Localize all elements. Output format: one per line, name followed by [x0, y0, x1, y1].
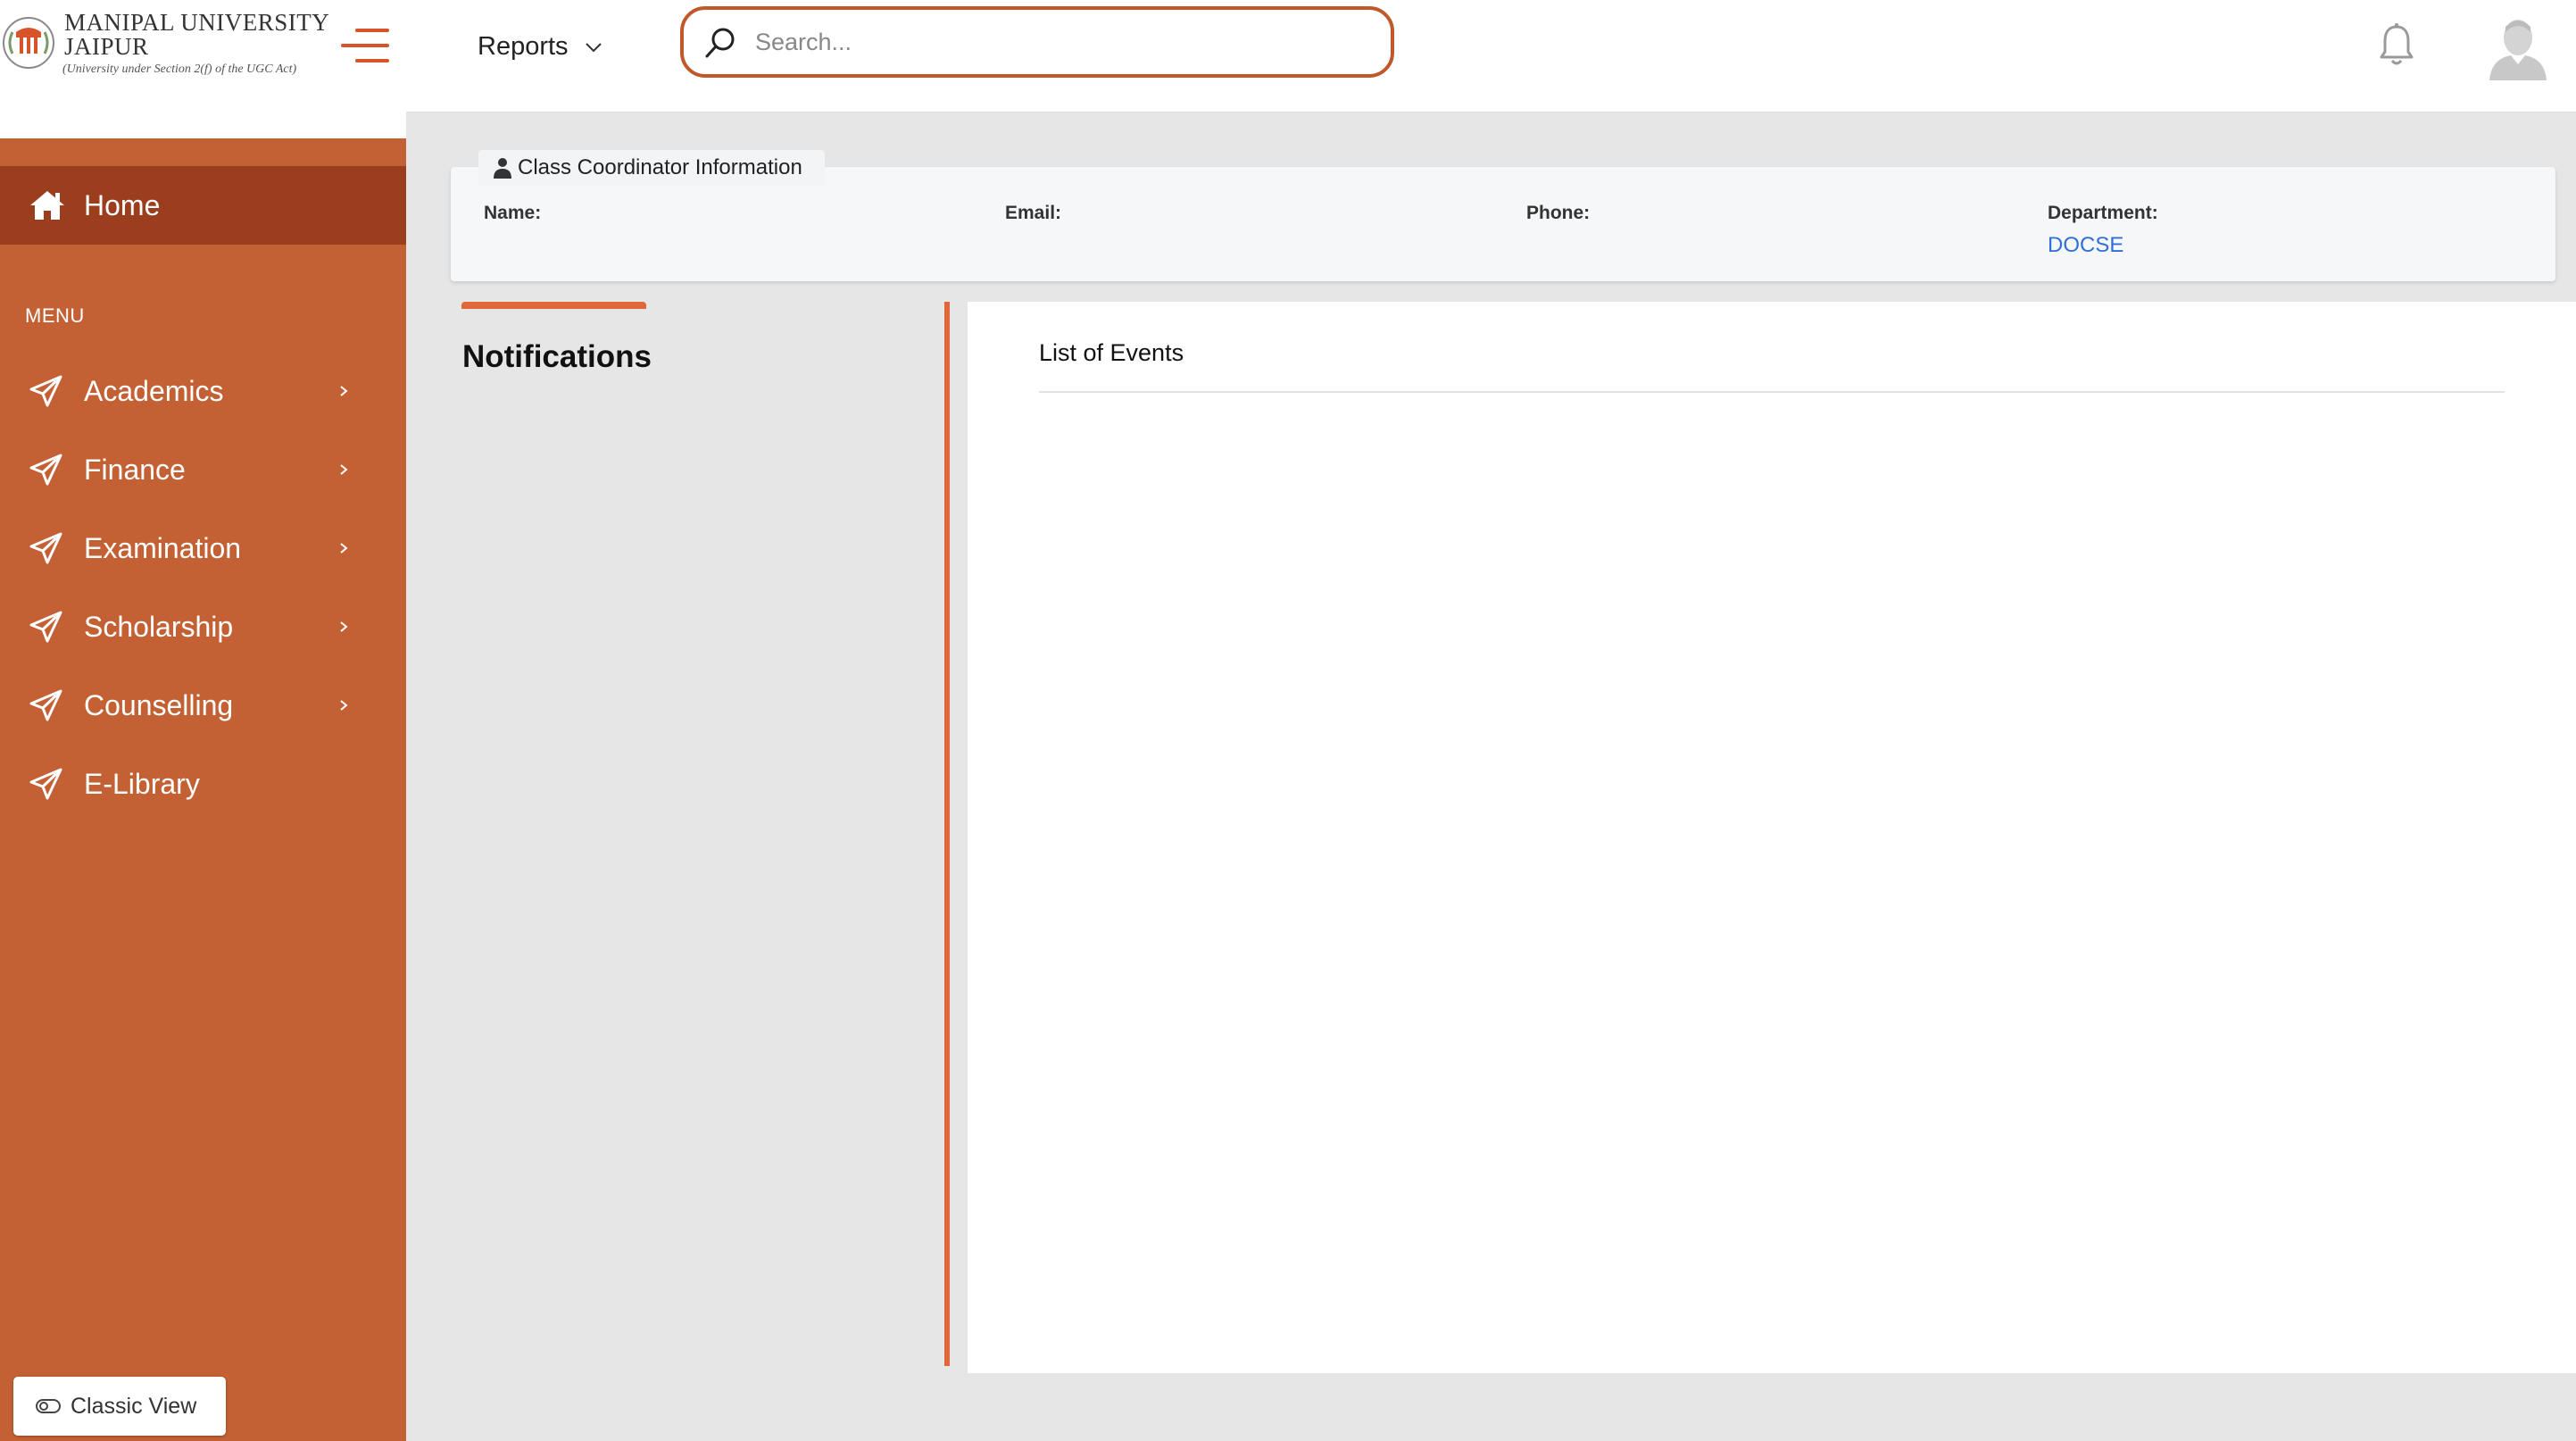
chevron-right-icon: [340, 386, 348, 396]
bell-icon[interactable]: [2377, 21, 2416, 68]
sidebar-item-label: Home: [84, 188, 161, 221]
sidebar-item-home[interactable]: Home: [0, 166, 406, 245]
sidebar-nav: Academics Finance Examination Scholarshi…: [0, 352, 406, 823]
sidebar-item-label: Scholarship: [84, 610, 234, 643]
paper-plane-icon: [29, 689, 62, 721]
sidebar-item-finance[interactable]: Finance: [0, 430, 406, 509]
sidebar-item-examination[interactable]: Examination: [0, 509, 406, 587]
paper-plane-icon: [29, 454, 62, 486]
classic-view-label: Classic View: [71, 1393, 197, 1419]
sidebar-item-label: E-Library: [84, 767, 200, 800]
coordinator-email-field: Email:: [1005, 203, 1061, 233]
paper-plane-icon: [29, 768, 62, 800]
hamburger-menu-icon[interactable]: [341, 27, 389, 64]
menu-heading: MENU: [25, 304, 85, 327]
chevron-right-icon: [340, 700, 348, 711]
sidebar-item-counselling[interactable]: Counselling: [0, 666, 406, 745]
search-input[interactable]: [755, 22, 1362, 62]
reports-label: Reports: [478, 32, 569, 61]
events-divider: [1039, 391, 2505, 393]
sidebar-item-label: Academics: [84, 374, 224, 407]
reports-dropdown[interactable]: Reports: [478, 32, 602, 62]
field-label: Email:: [1005, 203, 1062, 223]
sidebar: MANIPAL UNIVERSITY JAIPUR (University un…: [0, 0, 406, 1441]
coordinator-card-title: Class Coordinator Information: [478, 150, 825, 186]
sidebar-item-e-library[interactable]: E-Library: [0, 745, 406, 823]
coordinator-title-label: Class Coordinator Information: [518, 155, 802, 179]
sidebar-item-label: Counselling: [84, 688, 234, 721]
search-box: [680, 6, 1394, 78]
paper-plane-icon: [29, 611, 62, 643]
university-tagline: (University under Section 2(f) of the UG…: [62, 62, 297, 76]
field-label: Phone:: [1526, 203, 1591, 223]
paper-plane-icon: [29, 375, 62, 407]
chevron-right-icon: [340, 464, 348, 475]
user-icon: [494, 158, 511, 179]
notifications-title: Notifications: [462, 339, 652, 374]
classic-view-button[interactable]: Classic View: [13, 1377, 226, 1436]
sidebar-item-academics[interactable]: Academics: [0, 352, 406, 430]
events-panel: List of Events: [968, 302, 2576, 1373]
home-icon: [30, 191, 64, 220]
field-label: Name:: [484, 203, 542, 223]
top-bar: Reports: [406, 0, 2576, 112]
chevron-right-icon: [340, 543, 348, 554]
coordinator-name-field: Name:: [484, 203, 541, 233]
logo-area: MANIPAL UNIVERSITY JAIPUR (University un…: [0, 0, 406, 138]
notifications-accent-bar: [461, 302, 646, 309]
paper-plane-icon: [29, 532, 62, 564]
toggle-icon: [36, 1399, 61, 1413]
events-title: List of Events: [1039, 339, 1184, 366]
department-value: DOCSE: [2048, 233, 2124, 257]
university-emblem-icon: [3, 17, 54, 69]
university-name-line1: MANIPAL UNIVERSITY: [64, 9, 330, 36]
university-name: MANIPAL UNIVERSITY JAIPUR: [64, 11, 329, 59]
sidebar-item-label: Finance: [84, 453, 186, 486]
search-icon: [705, 28, 735, 58]
chevron-down-icon: [585, 42, 602, 52]
university-name-line2: JAIPUR: [64, 33, 149, 60]
sidebar-item-scholarship[interactable]: Scholarship: [0, 587, 406, 666]
sidebar-item-label: Examination: [84, 531, 242, 564]
coordinator-department-field: Department: DOCSE: [2048, 203, 2158, 258]
avatar[interactable]: [2486, 14, 2550, 80]
coordinator-phone-field: Phone:: [1526, 203, 1590, 233]
field-label: Department:: [2048, 203, 2158, 223]
chevron-right-icon: [340, 621, 348, 632]
section-divider: [944, 302, 950, 1366]
